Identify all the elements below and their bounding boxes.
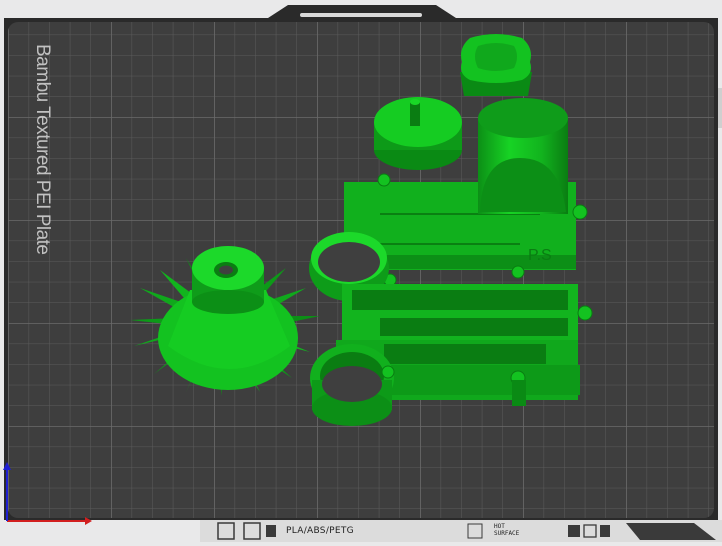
model-cylinder[interactable] xyxy=(478,98,568,214)
engraving-text: P.S xyxy=(528,247,552,264)
surface-label: SURFACE xyxy=(494,530,520,537)
material-icon xyxy=(266,525,276,537)
plate-type-label: Bambu Textured PEI Plate xyxy=(12,44,72,284)
plate-notch-handle xyxy=(300,13,422,17)
build-plate-scene[interactable]: P.S xyxy=(0,0,722,542)
plate-type-text: Bambu Textured PEI Plate xyxy=(32,44,53,255)
3d-viewport[interactable]: P.S Bambu Textured PEI Plate PLA/ABS/PET… xyxy=(0,0,722,542)
material-label: PLA/ABS/PETG xyxy=(286,526,354,536)
model-disc[interactable] xyxy=(374,97,462,170)
bottom-icon-a xyxy=(568,525,580,537)
bottom-icon-c xyxy=(600,525,610,537)
side-panel-handle[interactable] xyxy=(718,88,722,128)
model-square-cap[interactable] xyxy=(460,34,532,96)
